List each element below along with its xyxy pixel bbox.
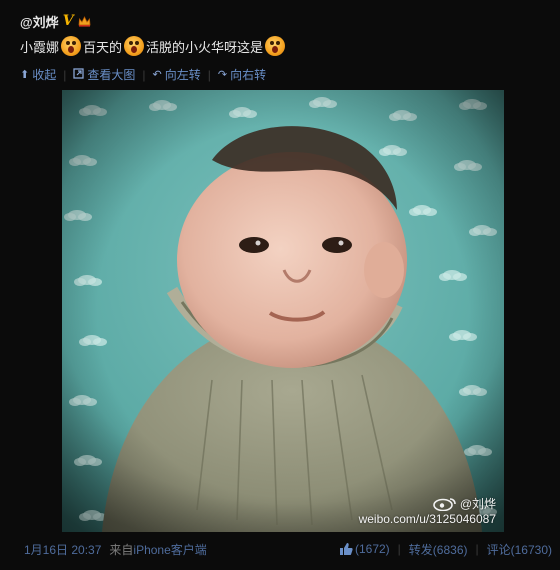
action-divider: |: [397, 542, 401, 556]
post-timestamp[interactable]: 1月16日 20:37: [24, 541, 101, 558]
arrow-up-icon: ⬆: [20, 69, 30, 81]
like-count: (1672): [354, 542, 390, 556]
rotate-left-icon: ↶: [152, 69, 162, 81]
action-divider: |: [475, 542, 479, 556]
rotate-right-icon: ↷: [217, 69, 228, 81]
collapse-button[interactable]: ⬆ 收起: [20, 66, 56, 83]
post-footer: 1月16日 20:37 来自iPhone客户端 (1672) | 转发(6836…: [24, 541, 552, 557]
post-photo[interactable]: @刘烨 weibo.com/u/3125046087: [62, 90, 504, 532]
post-header: @刘烨 V: [20, 12, 90, 30]
thumbs-up-icon: [339, 542, 353, 556]
zoom-image-icon: [73, 67, 85, 82]
comment-button[interactable]: 评论(16730): [487, 541, 552, 558]
verified-badge[interactable]: V: [63, 14, 74, 28]
image-toolbar: ⬆ 收起 | 查看大图 | ↶ 向左转 | ↷ 向右转: [20, 66, 266, 83]
toolbar-divider: |: [63, 67, 67, 82]
weibo-post-card: @刘烨 V 小霞娜 百天的 活脱的小火华呀这是 ⬆ 收起 | 查看大图 | ↶ …: [14, 6, 554, 562]
watermark-user: @刘烨: [459, 497, 496, 511]
post-content: 小霞娜 百天的 活脱的小火华呀这是: [20, 36, 286, 56]
crown-icon[interactable]: [78, 16, 90, 27]
toolbar-divider: |: [207, 67, 211, 82]
source-link[interactable]: iPhone客户端: [133, 543, 206, 557]
rotate-right-label: 向右转: [230, 68, 267, 82]
photo-watermark: @刘烨 weibo.com/u/3125046087: [359, 495, 496, 526]
watermark-url: weibo.com/u/3125046087: [358, 512, 496, 526]
post-actions: (1672) | 转发(6836) | 评论(16730): [339, 541, 552, 558]
post-text-part-1: 小霞娜: [20, 39, 60, 55]
rotate-right-button[interactable]: ↷ 向右转: [218, 66, 266, 83]
collapse-label: 收起: [32, 68, 57, 82]
surprised-face-emoji-icon: [265, 36, 286, 56]
username-link[interactable]: @刘烨: [20, 12, 59, 31]
like-button[interactable]: (1672): [339, 542, 390, 556]
post-text-part-3: 活脱的小火华呀这是: [146, 39, 264, 55]
source-prefix: 来自: [109, 542, 134, 557]
repost-button[interactable]: 转发(6836): [409, 541, 468, 558]
baby-photo: [62, 90, 504, 532]
post-source: 来自iPhone客户端: [109, 541, 206, 558]
view-large-button[interactable]: 查看大图: [73, 66, 135, 83]
weibo-logo-icon: [433, 497, 457, 511]
surprised-face-emoji-icon: [124, 36, 145, 56]
post-text-part-2: 百天的: [83, 39, 123, 55]
toolbar-divider: |: [142, 67, 146, 82]
surprised-face-emoji-icon: [61, 36, 82, 56]
view-large-label: 查看大图: [87, 68, 136, 82]
rotate-left-button[interactable]: ↶ 向左转: [153, 66, 201, 83]
rotate-left-label: 向左转: [164, 68, 201, 82]
